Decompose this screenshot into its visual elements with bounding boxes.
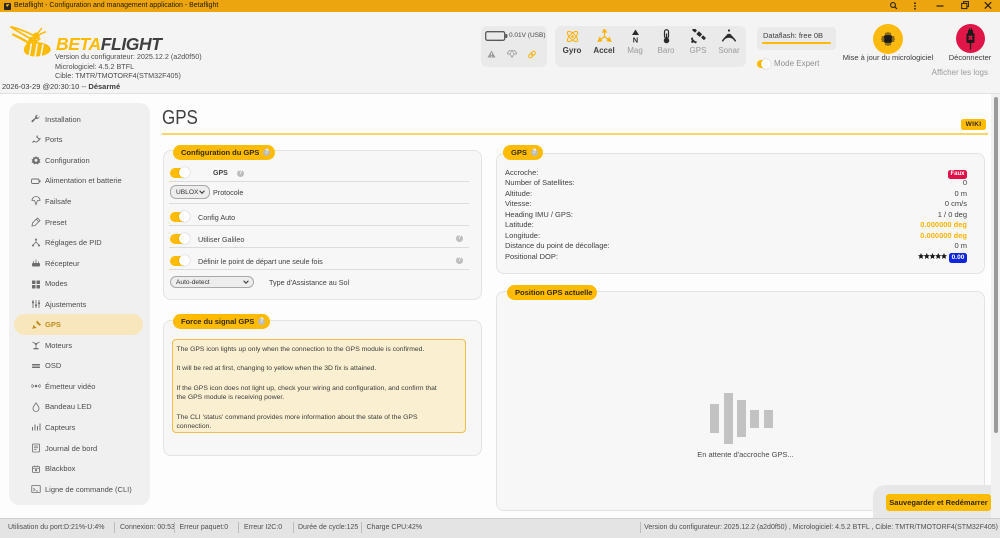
svg-text:N: N [632, 36, 637, 45]
